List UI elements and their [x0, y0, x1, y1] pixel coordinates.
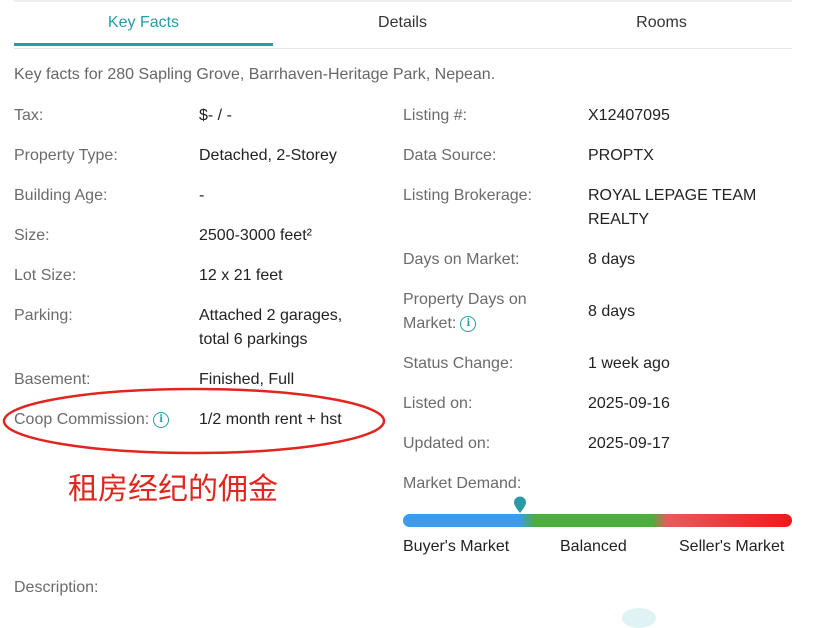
- listing-brokerage-line1: ROYAL LEPAGE TEAM: [588, 187, 757, 204]
- property-days-value: 8 days: [588, 303, 636, 320]
- listing-brokerage-label: Listing Brokerage:: [403, 187, 532, 204]
- size-label: Size:: [14, 227, 50, 244]
- parking-value-line2: total 6 parkings: [199, 331, 308, 348]
- market-demand-bar: [403, 514, 792, 527]
- description-label: Description:: [14, 579, 99, 596]
- days-on-market-label: Days on Market:: [403, 251, 520, 268]
- data-source-label: Data Source:: [403, 147, 497, 164]
- property-days-label-line1: Property Days on: [403, 291, 527, 308]
- parking-label: Parking:: [14, 307, 73, 324]
- tax-value: $- / -: [199, 107, 232, 124]
- status-change-value: 1 week ago: [588, 355, 670, 372]
- days-on-market-value: 8 days: [588, 251, 636, 268]
- size-value: 2500-3000 feet²: [199, 227, 312, 244]
- parking-value-line1: Attached 2 garages,: [199, 307, 343, 324]
- annotation-ellipse: [2, 387, 386, 455]
- lot-size-value: 12 x 21 feet: [199, 267, 283, 284]
- sellers-market-label: Seller's Market: [679, 538, 785, 555]
- property-type-value: Detached, 2-Storey: [199, 147, 337, 164]
- listed-on-value: 2025-09-16: [588, 395, 670, 412]
- lot-size-label: Lot Size:: [14, 267, 77, 284]
- building-age-value: -: [199, 187, 205, 204]
- buyers-market-label: Buyer's Market: [403, 538, 510, 555]
- tab-details[interactable]: Details: [273, 14, 532, 32]
- listing-number-value: X12407095: [588, 107, 670, 124]
- status-change-label: Status Change:: [403, 355, 514, 372]
- property-days-label-line2: Market:: [403, 315, 457, 332]
- listing-number-label: Listing #:: [403, 107, 468, 124]
- property-type-label: Property Type:: [14, 147, 118, 164]
- property-days-label: Property Days on Market: i: [403, 288, 527, 336]
- tax-label: Tax:: [14, 107, 44, 124]
- updated-on-value: 2025-09-17: [588, 435, 670, 452]
- listed-on-label: Listed on:: [403, 395, 473, 412]
- building-age-label: Building Age:: [14, 187, 108, 204]
- parking-value: Attached 2 garages, total 6 parkings: [199, 304, 342, 352]
- updated-on-label: Updated on:: [403, 435, 491, 452]
- info-icon[interactable]: i: [460, 315, 477, 332]
- intro-text: Key facts for 280 Sapling Grove, Barrhav…: [14, 66, 496, 83]
- data-source-value: PROPTX: [588, 147, 654, 164]
- tab-key-facts[interactable]: Key Facts: [14, 14, 273, 32]
- active-tab-indicator: [14, 43, 273, 46]
- balanced-label: Balanced: [560, 538, 627, 555]
- annotation-text: 租房经纪的佣金: [68, 472, 278, 507]
- market-demand-label: Market Demand:: [403, 475, 522, 492]
- listing-brokerage-value: ROYAL LEPAGE TEAM REALTY: [588, 184, 756, 232]
- tab-bar: Key Facts Details Rooms: [14, 0, 792, 49]
- decorative-shape: [622, 608, 656, 628]
- market-demand-marker-icon: [513, 496, 526, 513]
- listing-brokerage-line2: REALTY: [588, 211, 650, 228]
- tab-rooms[interactable]: Rooms: [532, 14, 791, 32]
